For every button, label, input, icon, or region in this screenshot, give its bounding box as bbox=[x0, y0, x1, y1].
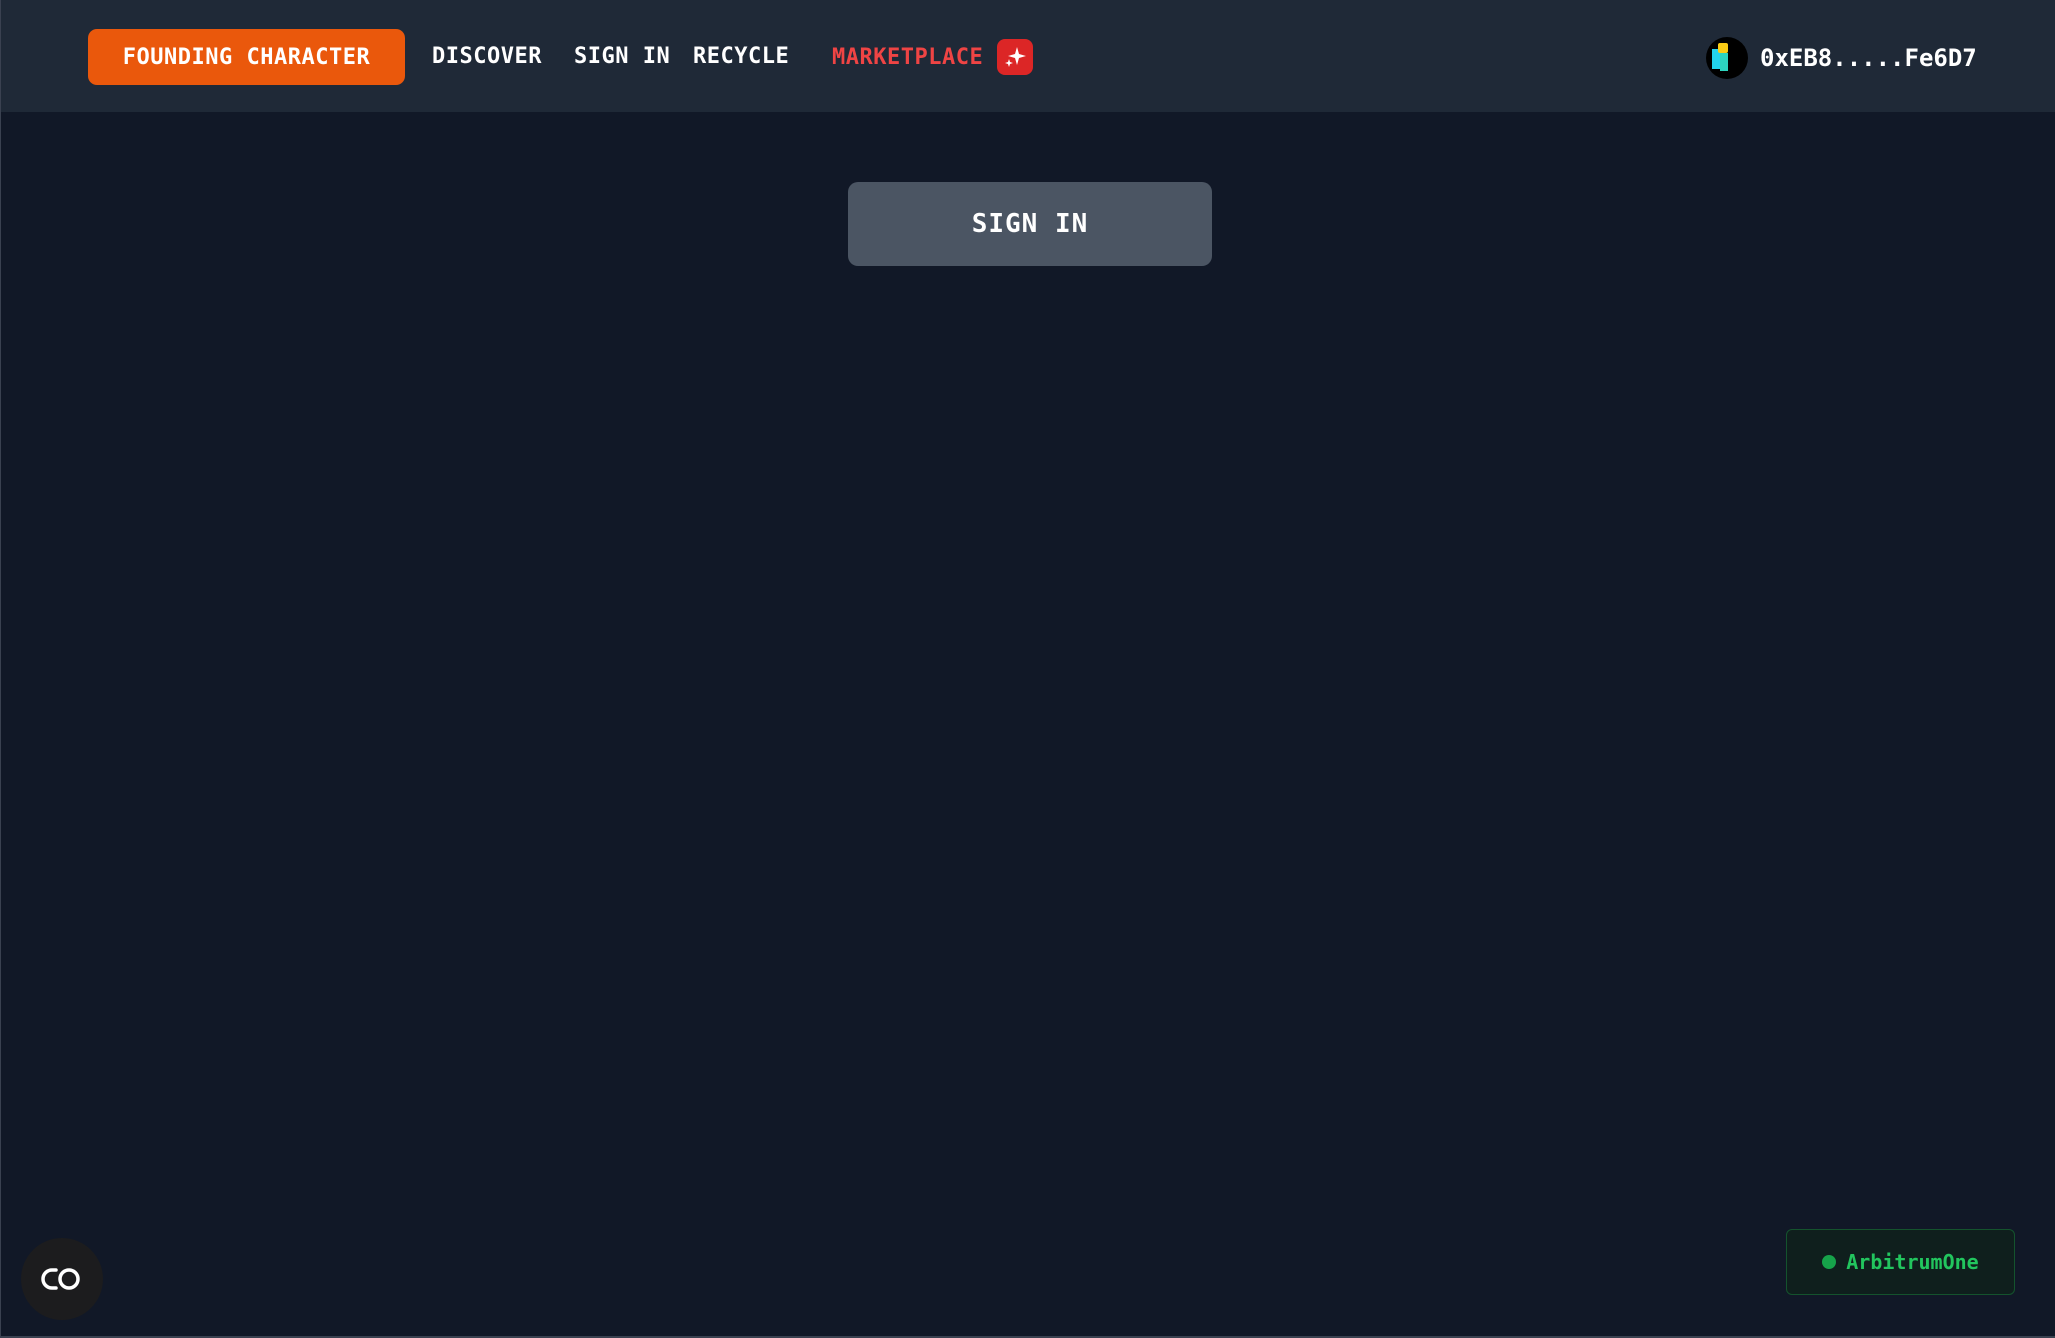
nav-recycle-link[interactable]: RECYCLE bbox=[693, 40, 789, 74]
wallet-address: 0xEB8.....Fe6D7 bbox=[1760, 44, 1977, 72]
sign-in-button[interactable]: SIGN IN bbox=[848, 182, 1212, 266]
sparkle-icon bbox=[997, 39, 1034, 75]
top-navbar: FOUNDING CHARACTER DISCOVER SIGN IN RECY… bbox=[1, 0, 2055, 112]
app-root: FOUNDING CHARACTER DISCOVER SIGN IN RECY… bbox=[0, 0, 2055, 1338]
network-status-dot bbox=[1822, 1255, 1837, 1269]
nav-signin-link[interactable]: SIGN IN bbox=[574, 40, 670, 74]
wallet-avatar-icon bbox=[1706, 37, 1748, 79]
link-icon bbox=[41, 1268, 80, 1290]
marketplace-label: MARKETPLACE bbox=[832, 44, 984, 70]
link-button[interactable] bbox=[21, 1238, 103, 1320]
network-status-badge[interactable]: ArbitrumOne bbox=[1786, 1229, 2015, 1295]
network-label: ArbitrumOne bbox=[1846, 1250, 1979, 1274]
wallet-button[interactable]: 0xEB8.....Fe6D7 bbox=[1706, 36, 1977, 80]
nav-marketplace-link[interactable]: MARKETPLACE bbox=[832, 38, 1034, 76]
nav-discover-link[interactable]: DISCOVER bbox=[432, 40, 542, 74]
founding-character-button[interactable]: FOUNDING CHARACTER bbox=[88, 29, 405, 85]
